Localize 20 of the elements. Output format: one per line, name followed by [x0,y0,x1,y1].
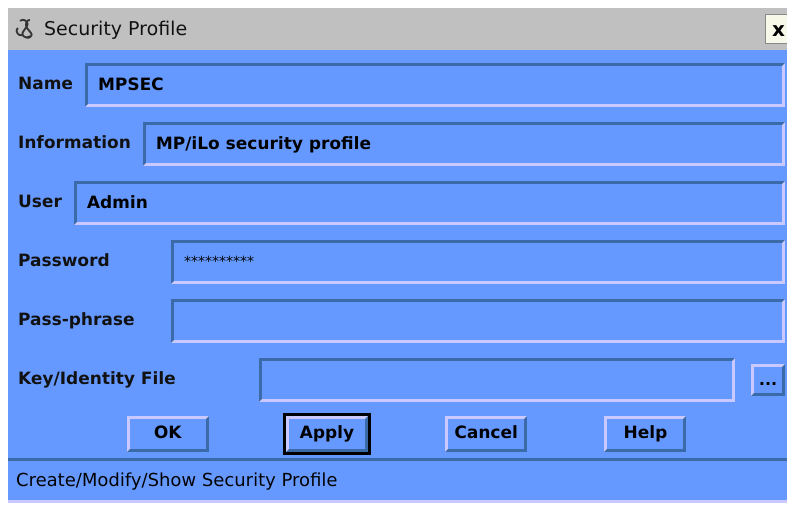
field-label: Name [18,73,73,96]
field-label: Information [18,132,131,156]
browse-button[interactable]: ... [751,364,785,396]
text-field[interactable]: Admin [74,181,785,225]
text-field[interactable] [171,299,785,343]
text-field[interactable]: MPSEC [84,63,785,107]
dialog-button[interactable]: Apply [286,416,368,452]
dialog-button[interactable]: Help [604,416,686,452]
dialog-button[interactable]: OK [126,416,209,452]
close-button[interactable]: x [765,14,787,44]
field-label: Key/Identity File [18,368,177,392]
text-field[interactable]: ********** [171,240,785,284]
field-label: User [18,191,62,214]
dialog-button[interactable]: Cancel [445,416,528,452]
field-label: Pass-phrase [18,309,136,332]
text-field[interactable] [259,358,735,402]
field-label: Password [18,250,111,274]
text-field[interactable]: MP/iLo security profile [142,122,785,166]
window-title: Security Profile [44,16,188,42]
status-bar: Create/Modify/Show Security Profile [8,458,787,503]
